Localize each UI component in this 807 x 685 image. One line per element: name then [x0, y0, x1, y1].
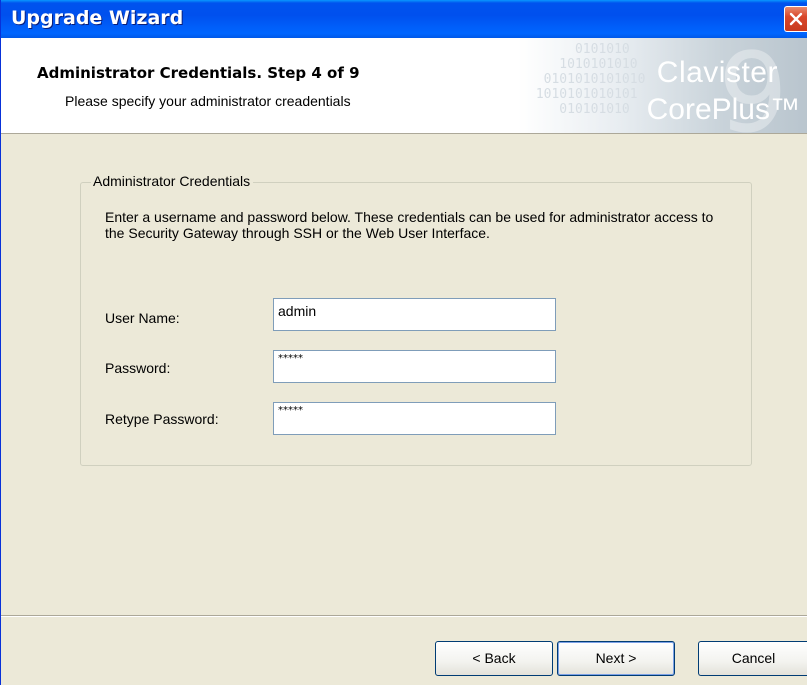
credentials-description: Enter a username and password below. The…	[105, 209, 714, 241]
step-subtitle: Please specify your administrator creade…	[65, 93, 351, 109]
next-button[interactable]: Next >	[557, 641, 675, 676]
group-legend: Administrator Credentials	[91, 173, 254, 189]
close-button[interactable]	[784, 6, 807, 32]
username-label: User Name:	[105, 310, 180, 326]
back-button[interactable]: < Back	[435, 641, 553, 676]
cancel-button[interactable]: Cancel	[698, 641, 807, 676]
binary-pattern: 0101010 1010101010 0101010101010 1010101…	[535, 42, 646, 117]
title-bar[interactable]: Upgrade Wizard	[1, 0, 807, 38]
logo-text-clavister: Clavister	[656, 56, 778, 89]
username-input[interactable]: admin	[273, 298, 556, 331]
logo-text-coreplus: CorePlus™	[646, 93, 800, 126]
retype-password-input[interactable]: *****	[273, 402, 556, 435]
wizard-header: Administrator Credentials. Step 4 of 9 P…	[1, 38, 807, 134]
clavister-logo: 0101010 1010101010 0101010101010 1010101…	[518, 38, 807, 133]
close-icon	[789, 12, 803, 26]
window-title: Upgrade Wizard	[11, 7, 184, 29]
upgrade-wizard-window: Upgrade Wizard Administrator Credentials…	[0, 0, 807, 685]
password-input[interactable]: *****	[273, 350, 556, 383]
step-title: Administrator Credentials. Step 4 of 9	[37, 64, 360, 82]
retype-password-label: Retype Password:	[105, 411, 219, 427]
footer-separator	[1, 615, 807, 617]
password-label: Password:	[105, 360, 171, 376]
